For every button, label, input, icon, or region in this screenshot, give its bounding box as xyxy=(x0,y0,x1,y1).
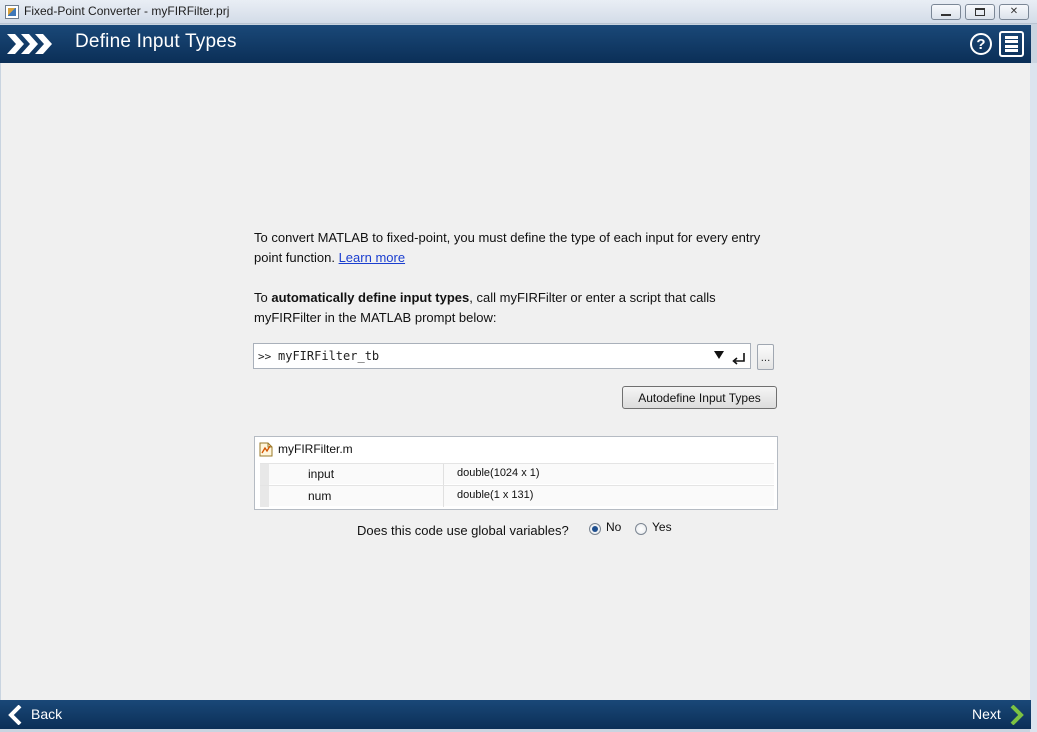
enter-icon[interactable] xyxy=(732,350,746,369)
prompt-prefix: >> xyxy=(258,350,272,363)
menu-icon-bar xyxy=(1005,40,1018,44)
learn-more-link[interactable]: Learn more xyxy=(339,250,405,265)
browse-button[interactable]: ... xyxy=(757,344,774,370)
main-panel: To convert MATLAB to fixed-point, you mu… xyxy=(1,63,1030,701)
input-name: num xyxy=(308,489,332,503)
help-button[interactable]: ? xyxy=(970,33,992,55)
minimize-icon xyxy=(941,14,951,16)
global-yes-radio[interactable] xyxy=(635,523,647,535)
intro-text: To convert MATLAB to fixed-point, you mu… xyxy=(254,228,784,268)
global-no-radio[interactable] xyxy=(589,523,601,535)
column-divider xyxy=(443,464,444,485)
window-title: Fixed-Point Converter - myFIRFilter.prj xyxy=(24,4,230,18)
minimize-button[interactable] xyxy=(931,4,961,20)
input-name: input xyxy=(308,467,335,481)
row-gutter xyxy=(260,486,269,507)
back-button[interactable]: Back xyxy=(31,706,62,722)
back-arrow-icon[interactable] xyxy=(7,704,23,729)
intro-sentence: To convert MATLAB to fixed-point, you mu… xyxy=(254,230,761,265)
matlab-prompt-box: >> xyxy=(253,343,751,369)
instruction-prefix: To xyxy=(254,290,272,305)
window-title-bar: Fixed-Point Converter - myFIRFilter.prj … xyxy=(0,0,1037,24)
row-gutter xyxy=(260,464,269,485)
table-row[interactable]: input double(1024 x 1) xyxy=(260,463,774,485)
autodefine-label: Autodefine Input Types xyxy=(638,390,761,405)
instruction-bold: automatically define input types xyxy=(271,290,470,305)
chevrons-logo-icon xyxy=(7,34,57,58)
next-button[interactable]: Next xyxy=(972,706,1001,722)
maximize-button[interactable] xyxy=(965,4,995,20)
menu-icon-bar xyxy=(1005,48,1018,52)
next-arrow-icon[interactable] xyxy=(1009,704,1025,729)
app-header: Define Input Types ? xyxy=(0,25,1031,63)
page-title: Define Input Types xyxy=(75,31,237,52)
navigation-footer: Back Next xyxy=(0,700,1031,729)
autodefine-input-types-button[interactable]: Autodefine Input Types xyxy=(622,386,777,409)
app-icon xyxy=(5,5,19,19)
function-file-name: myFIRFilter.m xyxy=(278,442,353,456)
close-icon: ✕ xyxy=(1009,6,1019,17)
menu-icon-bar xyxy=(1005,44,1018,48)
input-types-table: myFIRFilter.m input double(1024 x 1) num… xyxy=(254,436,778,510)
menu-icon-bar xyxy=(1005,36,1018,39)
table-row[interactable]: num double(1 x 131) xyxy=(260,485,774,507)
close-button[interactable]: ✕ xyxy=(999,4,1029,20)
history-dropdown-icon[interactable] xyxy=(714,351,724,359)
matlab-file-icon xyxy=(259,442,273,457)
global-no-label[interactable]: No xyxy=(606,520,621,534)
global-variables-question: Does this code use global variables? xyxy=(357,523,569,538)
column-divider xyxy=(443,486,444,507)
window-frame-right xyxy=(1030,63,1037,732)
input-type[interactable]: double(1 x 131) xyxy=(457,489,533,501)
matlab-prompt-input[interactable] xyxy=(278,347,698,365)
input-type[interactable]: double(1024 x 1) xyxy=(457,467,540,479)
instruction-text: To automatically define input types, cal… xyxy=(254,288,784,328)
menu-button[interactable] xyxy=(999,31,1024,57)
browse-label: ... xyxy=(760,353,771,364)
maximize-icon xyxy=(975,8,985,16)
global-yes-label[interactable]: Yes xyxy=(652,520,672,534)
help-icon: ? xyxy=(976,35,986,53)
